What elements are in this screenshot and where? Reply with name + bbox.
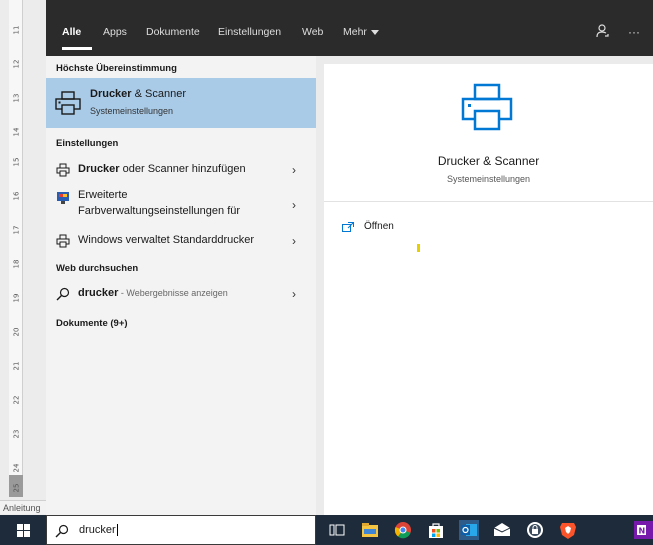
ruler-number: 14 [11,127,20,137]
documents-header[interactable]: Dokumente (9+) [56,318,128,329]
results-list: Höchste Übereinstimmung Drucker & Scanne… [46,56,316,515]
printer-icon [56,234,70,248]
result-label-line2: Farbverwaltungseinstellungen für [78,205,241,217]
result-label: drucker - Webergebnisse anzeigen [78,287,228,299]
chevron-right-icon: › [292,287,296,301]
ruler-number: 15 [11,157,20,167]
search-icon [55,524,69,538]
ruler-number: 17 [11,225,20,235]
best-match-item[interactable]: Drucker & Scanner Systemeinstellungen [46,78,316,128]
tab-web[interactable]: Web [302,24,323,40]
ruler-number: 18 [11,259,20,269]
brave-icon[interactable] [558,520,578,540]
ruler-strip [9,0,23,497]
ruler-number: 16 [11,191,20,201]
svg-text:N: N [639,527,646,536]
more-options-icon[interactable]: ··· [628,24,640,40]
background-ruler: 11 12 13 14 15 16 17 18 19 20 21 22 23 2… [0,0,46,515]
printer-icon [461,83,513,131]
ruler-number: 11 [11,25,20,35]
open-icon [342,222,354,232]
best-match-title: Drucker & Scanner [90,88,186,100]
keepass-icon[interactable] [525,520,545,540]
store-icon[interactable] [426,520,446,540]
result-web-search[interactable]: drucker - Webergebnisse anzeigen › [46,283,316,307]
result-label: Windows verwaltet Standarddrucker [78,234,255,246]
chevron-down-icon [370,29,379,35]
chevron-right-icon: › [292,234,296,248]
chrome-icon[interactable] [393,520,413,540]
result-label: Drucker oder Scanner hinzufügen [78,163,246,175]
chevron-right-icon: › [292,163,296,177]
divider [324,201,653,202]
settings-header: Einstellungen [56,138,119,149]
result-add-printer[interactable]: Drucker oder Scanner hinzufügen › [46,159,316,183]
result-color-management[interactable]: Erweiterte Farbverwaltungseinstellungen … [46,188,316,224]
tab-more-label: Mehr [343,26,367,38]
search-tab-bar: Alle Apps Dokumente Einstellungen Web Me… [46,0,653,56]
best-match-header: Höchste Übereinstimmung [56,63,177,74]
ruler-number: 12 [11,59,20,69]
ruler-number: 22 [11,395,20,405]
ruler-number: 19 [11,293,20,303]
onenote-icon[interactable]: N [634,520,653,540]
ruler-number: 20 [11,327,20,337]
task-view-icon[interactable] [327,520,347,540]
windows-start-icon[interactable] [17,524,30,537]
chevron-right-icon: › [292,198,296,212]
mail-icon[interactable] [492,520,512,540]
tab-documents[interactable]: Dokumente [146,24,200,40]
ruler-number: 25 [11,483,20,493]
printer-icon [55,91,81,115]
result-label-line1: Erweiterte [78,189,128,201]
taskbar-search-box[interactable]: drucker [46,515,316,545]
best-match-subtitle: Systemeinstellungen [90,106,174,116]
search-input[interactable]: drucker [79,524,118,537]
detail-card: Drucker & Scanner Systemeinstellungen Öf… [324,64,653,515]
detail-pane: Drucker & Scanner Systemeinstellungen Öf… [316,56,653,515]
web-search-header: Web durchsuchen [56,263,139,274]
ruler-number: 23 [11,429,20,439]
ruler-number: 13 [11,93,20,103]
detail-title: Drucker & Scanner [437,154,540,168]
status-label: Anleitung [0,500,46,514]
color-monitor-icon [57,192,69,204]
feedback-icon[interactable] [596,24,610,40]
tab-settings[interactable]: Einstellungen [218,24,281,40]
text-caret [116,524,118,537]
ruler-number: 21 [11,361,20,371]
result-default-printer[interactable]: Windows verwaltet Standarddrucker › [46,230,316,254]
tab-all[interactable]: Alle [62,24,81,40]
mouse-cursor-highlight [417,244,420,252]
tab-more[interactable]: Mehr [343,24,379,40]
ruler-number: 24 [11,463,20,473]
detail-subtitle: Systemeinstellungen [446,174,531,184]
open-action[interactable]: Öffnen [364,221,394,232]
search-icon [56,287,70,301]
active-tab-indicator [62,47,92,50]
tab-apps[interactable]: Apps [103,24,127,40]
outlook-icon[interactable] [459,520,479,540]
file-explorer-icon[interactable] [360,520,380,540]
taskbar: drucker N [0,515,653,545]
printer-icon [56,163,70,177]
